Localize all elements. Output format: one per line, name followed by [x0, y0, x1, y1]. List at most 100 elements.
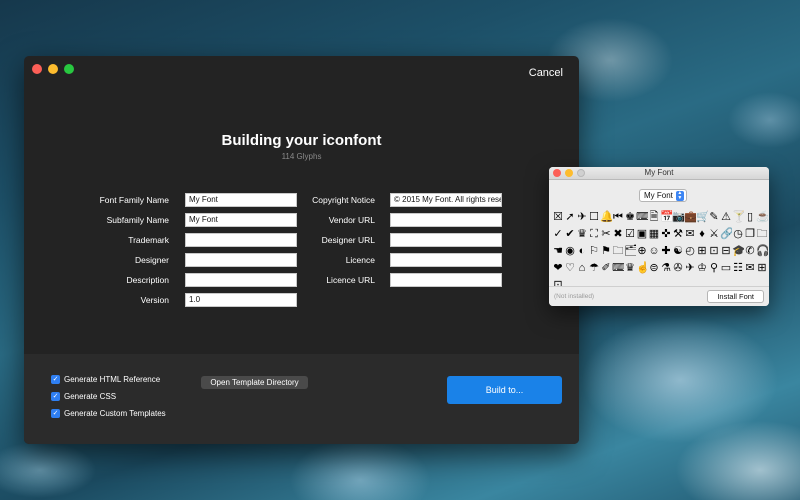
- page-title: Building your iconfont: [221, 132, 382, 149]
- glyph-icon: 🎧: [756, 245, 768, 257]
- glyph-icon: 🗀: [756, 228, 768, 240]
- font-window-titlebar: My Font: [549, 167, 769, 180]
- glyph-icon: 📷: [672, 211, 684, 223]
- font-select[interactable]: My Font ▲ ▼: [639, 189, 687, 202]
- install-font-button[interactable]: Install Font: [707, 290, 764, 303]
- copyright-notice-input[interactable]: © 2015 My Font. All rights rese: [390, 193, 502, 207]
- glyph-icon: 🔔: [600, 211, 612, 223]
- glyph-icon: ☚: [553, 245, 563, 257]
- glyph-icon: ⚔: [709, 228, 719, 240]
- licence-url-label: Licence URL: [326, 275, 375, 285]
- glyph-icon: ✐: [601, 262, 611, 274]
- glyph-icon: ✜: [661, 228, 671, 240]
- glyph-icon: ✖: [613, 228, 623, 240]
- vendor-url-input[interactable]: [390, 213, 502, 227]
- glyph-icon: ▭: [720, 262, 732, 274]
- glyph-icon: ☕: [756, 211, 768, 223]
- designer-url-input[interactable]: [390, 233, 502, 247]
- font-preview-window: My Font My Font ▲ ▼ ☒ ➚ ✈ ☐ 🔔 ⏮ ♚ ⌨ 🗎 📅 📷 💼 🛒 ✎ ⚠ 🍸 ▯ ☕ ✓ ✔ ♛…: [549, 167, 769, 306]
- generate-css-label: Generate CSS: [64, 392, 117, 401]
- glyph-icon: 🗀: [612, 245, 624, 257]
- designer-label: Designer: [134, 255, 169, 265]
- glyph-icon: 🎓: [732, 245, 744, 257]
- font-window-footer: (Not installed) Install Font: [549, 286, 769, 306]
- glyph-icon: ☐: [589, 211, 599, 223]
- main-window: Cancel Building your iconfont 114 Glyphs…: [24, 56, 579, 444]
- glyph-icon: ◷: [733, 228, 743, 240]
- generate-custom-templates-label: Generate Custom Templates: [64, 409, 166, 418]
- glyph-icon: 🛒: [696, 211, 708, 223]
- glyph-icon: ☒: [553, 211, 563, 223]
- glyph-icon: ⌂: [578, 262, 586, 274]
- glyph-icon: ✆: [745, 245, 755, 257]
- window-controls: [32, 64, 74, 74]
- glyph-icon: ✔: [565, 228, 575, 240]
- close-window-button[interactable]: [32, 64, 42, 74]
- glyph-icon: ⌨: [636, 211, 648, 223]
- glyph-icon: ✉: [685, 228, 695, 240]
- font-family-name-input[interactable]: My Font: [185, 193, 297, 207]
- glyph-icon: ⊞: [757, 262, 767, 274]
- minimize-window-button[interactable]: [48, 64, 58, 74]
- glyph-icon: ♛: [625, 262, 635, 274]
- glyph-icon: ⚐: [589, 245, 599, 257]
- glyph-icon: ▣: [636, 228, 648, 240]
- glyph-icon: ◐: [578, 245, 586, 257]
- glyph-icon: ◉: [565, 245, 575, 257]
- glyph-icon: ✉: [745, 262, 755, 274]
- glyph-icon: ⛶: [590, 228, 598, 240]
- glyph-icon: 💼: [684, 211, 696, 223]
- glyph-icon: ▯: [746, 211, 754, 223]
- trademark-input[interactable]: [185, 233, 297, 247]
- generate-custom-templates-option[interactable]: ✓ Generate Custom Templates: [51, 409, 166, 418]
- zoom-window-button[interactable]: [64, 64, 74, 74]
- open-template-directory-button[interactable]: Open Template Directory: [201, 376, 308, 389]
- glyph-icon: ⚒: [673, 228, 683, 240]
- description-input[interactable]: [185, 273, 297, 287]
- glyph-icon: ⚲: [709, 262, 719, 274]
- vendor-url-label: Vendor URL: [328, 215, 375, 225]
- glyph-icon: 🔗: [720, 228, 732, 240]
- licence-input[interactable]: [390, 253, 502, 267]
- subfamily-name-input[interactable]: My Font: [185, 213, 297, 227]
- version-input[interactable]: 1.0: [185, 293, 297, 307]
- glyph-icon: ⚑: [601, 245, 611, 257]
- generate-html-reference-option[interactable]: ✓ Generate HTML Reference: [51, 375, 160, 384]
- copyright-notice-label: Copyright Notice: [312, 195, 375, 205]
- glyph-icon: ⏮: [613, 211, 623, 223]
- licence-url-input[interactable]: [390, 273, 502, 287]
- glyph-icon: ✇: [673, 262, 683, 274]
- generate-custom-templates-checkbox[interactable]: ✓: [51, 409, 60, 418]
- glyph-icon: ❤: [553, 262, 563, 274]
- generate-css-option[interactable]: ✓ Generate CSS: [51, 392, 116, 401]
- designer-input[interactable]: [185, 253, 297, 267]
- glyph-icon: 🗎: [649, 211, 659, 223]
- build-button[interactable]: Build to...: [447, 376, 562, 404]
- glyph-icon: 🍸: [732, 211, 744, 223]
- glyph-icon: ☺: [648, 245, 660, 257]
- options-panel: ✓ Generate HTML Reference ✓ Generate CSS…: [24, 354, 579, 444]
- generate-html-reference-checkbox[interactable]: ✓: [51, 375, 60, 384]
- licence-label: Licence: [345, 255, 375, 265]
- glyph-icon: ☝: [636, 262, 648, 274]
- glyph-icon: ⚗: [661, 262, 671, 274]
- chevron-updown-icon: ▲ ▼: [675, 189, 684, 201]
- glyph-icon: ♔: [697, 262, 707, 274]
- glyph-count: 114 Glyphs: [281, 152, 322, 161]
- glyph-icon: 🗂: [624, 245, 636, 257]
- glyph-icon: ⚠: [721, 211, 731, 223]
- glyph-icon: ✈: [685, 262, 695, 274]
- install-status: (Not installed): [554, 293, 595, 300]
- glyph-icon: ☯: [673, 245, 683, 257]
- glyph-icon: ⊡: [709, 245, 719, 257]
- glyph-icon: ♡: [565, 262, 575, 274]
- glyph-icon: ♛: [577, 228, 587, 240]
- generate-css-checkbox[interactable]: ✓: [51, 392, 60, 401]
- glyph-icon: ✓: [553, 228, 563, 240]
- glyph-icon: 📅: [660, 211, 672, 223]
- subfamily-name-label: Subfamily Name: [106, 215, 169, 225]
- cancel-button[interactable]: Cancel: [529, 67, 563, 79]
- designer-url-label: Designer URL: [321, 235, 375, 245]
- glyph-icon: ⌨: [612, 262, 624, 274]
- glyph-icon: ☂: [589, 262, 599, 274]
